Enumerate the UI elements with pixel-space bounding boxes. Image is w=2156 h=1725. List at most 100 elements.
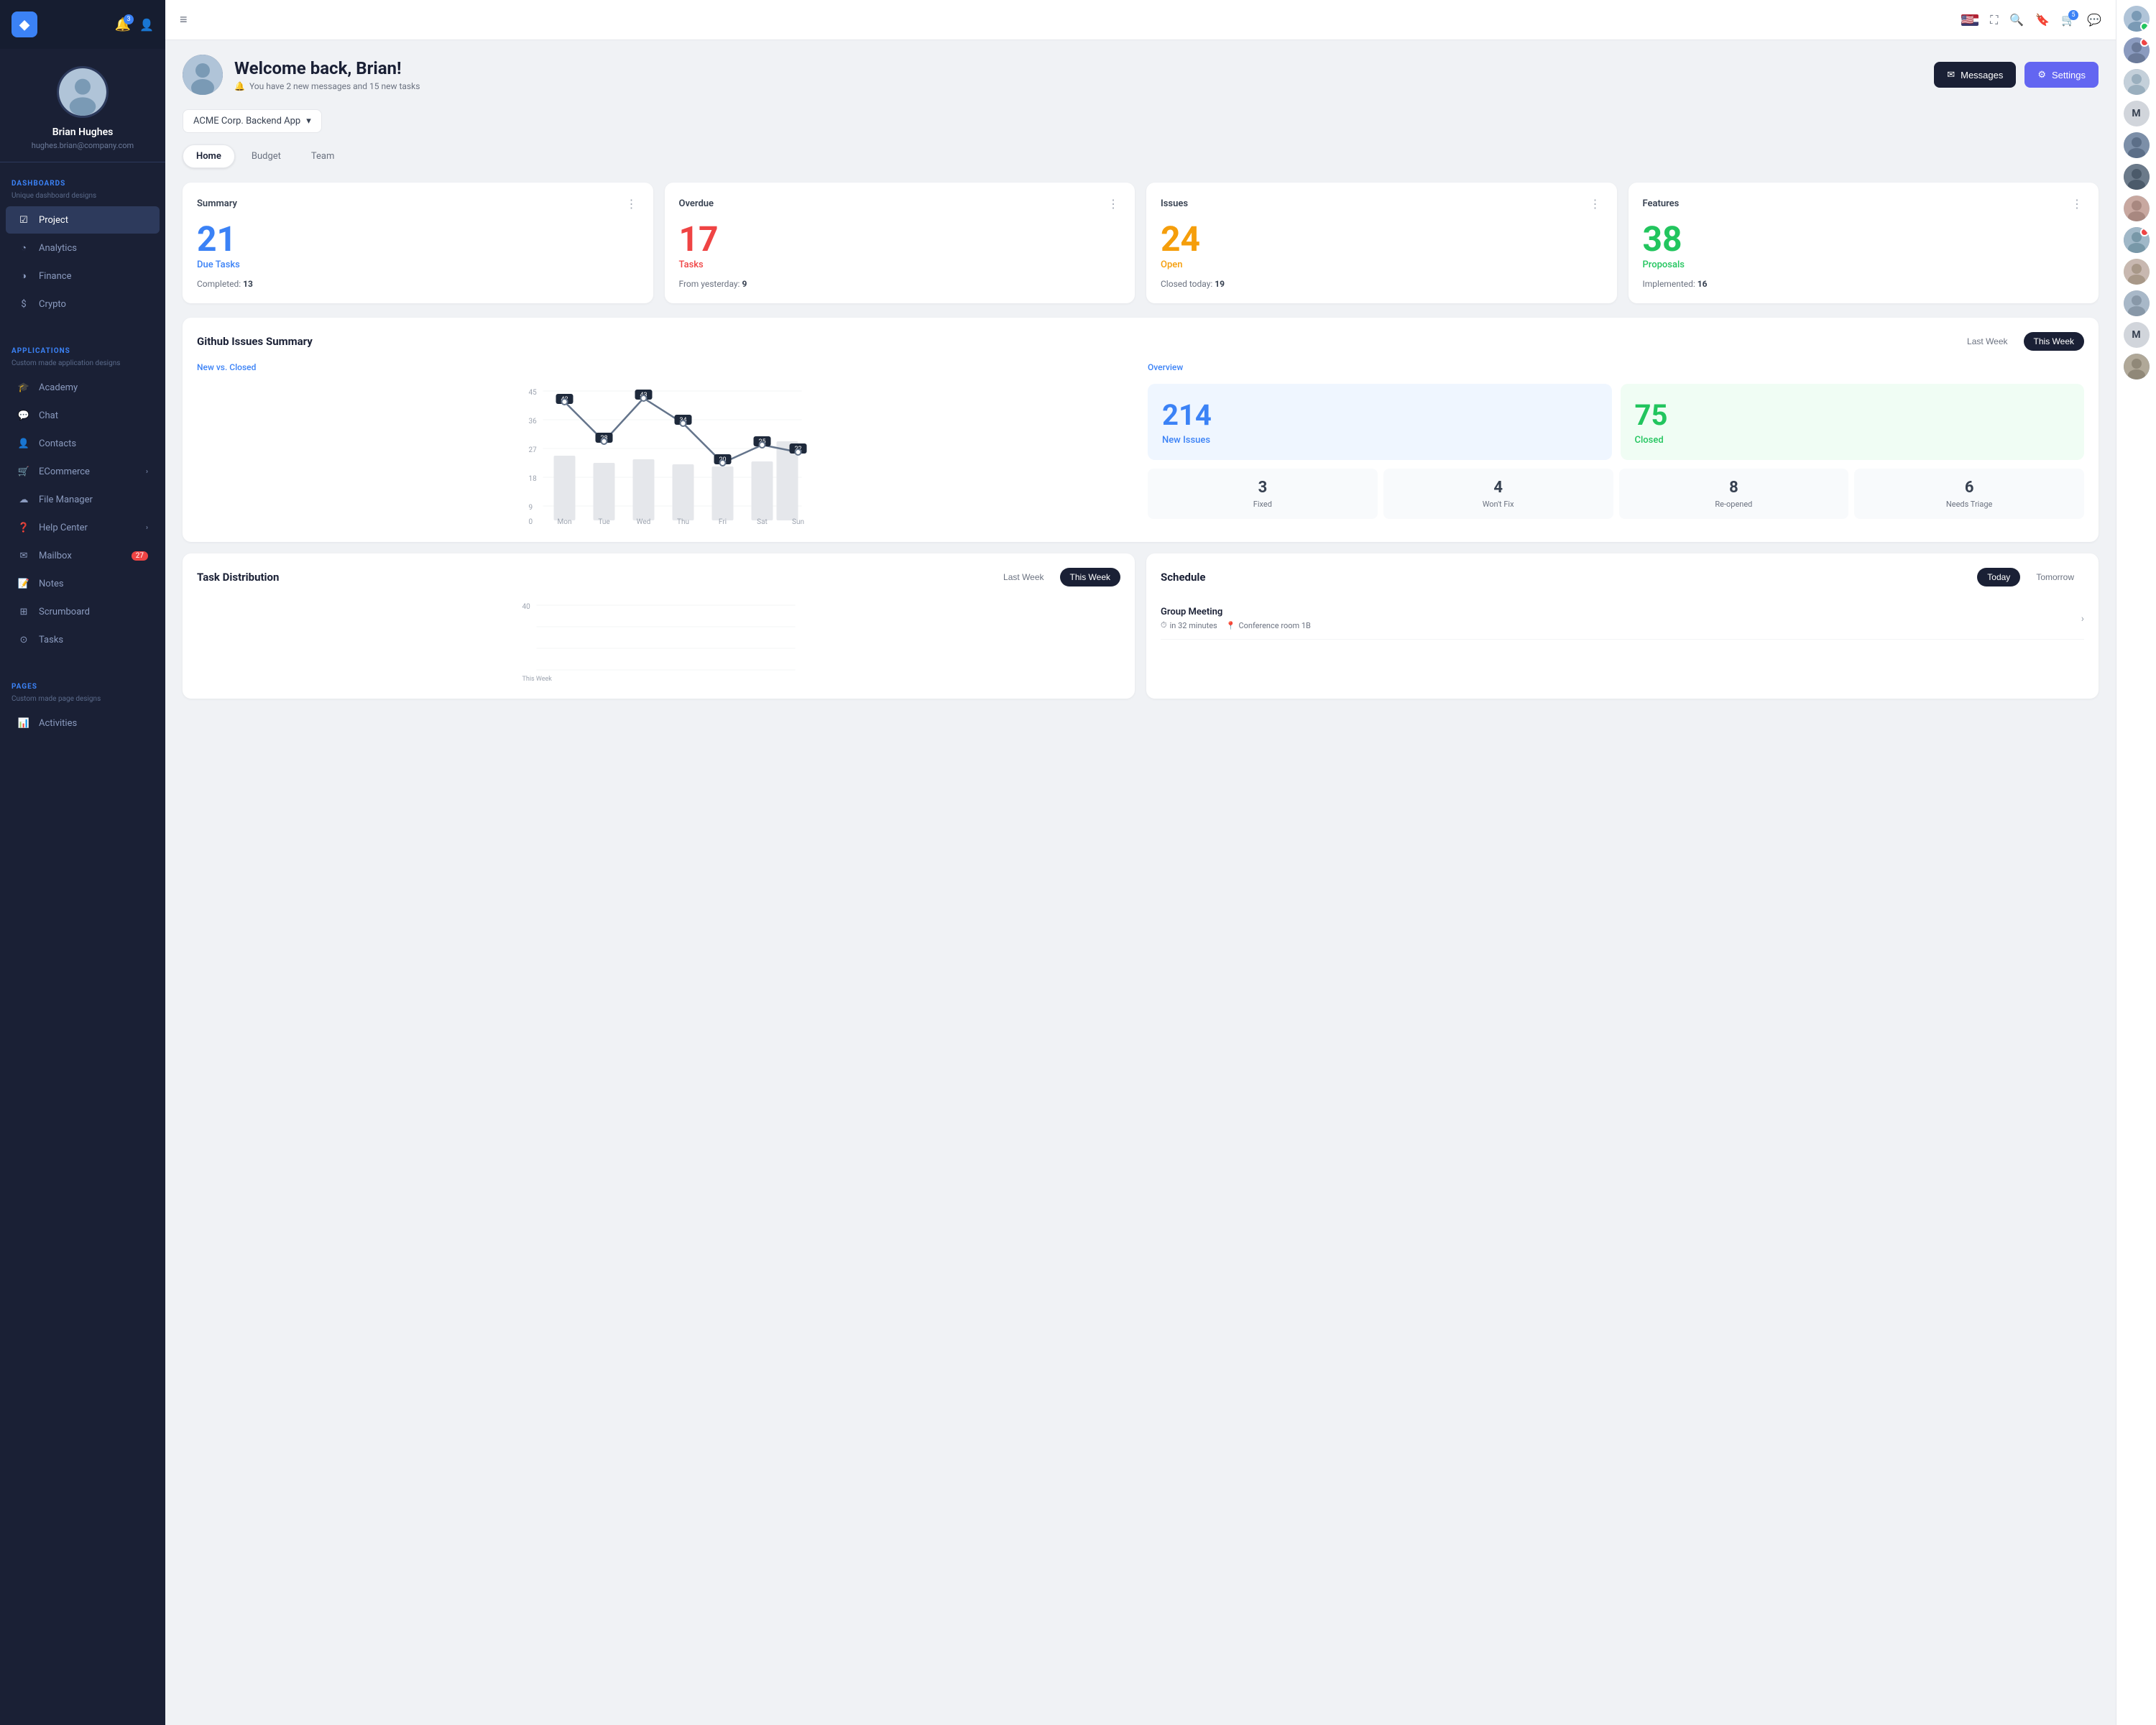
card-title: Issues [1161,198,1188,209]
notes-icon: 📝 [17,577,30,590]
sidebar-item-chat[interactable]: 💬 Chat [6,402,160,429]
sidebar-item-activities[interactable]: 📊 Activities [6,709,160,737]
tab-budget[interactable]: Budget [238,144,295,168]
svg-text:Fri: Fri [719,518,727,526]
sidebar-item-label: Help Center [39,523,88,533]
user-icon[interactable]: 👤 [139,18,154,32]
task-dist-last-week[interactable]: Last Week [993,568,1054,586]
main-content: ≡ 🇺🇸 ⛶ 🔍 🔖 🛒 5 💬 [165,0,2116,1725]
card-label: Open [1161,259,1603,270]
right-avatar-4[interactable] [2124,132,2150,158]
sidebar: ◆ 🔔 3 👤 Brian Hughes hughes.brian@compan… [0,0,165,1725]
sidebar-item-contacts[interactable]: 👤 Contacts [6,430,160,457]
sidebar-item-filemanager[interactable]: ☁ File Manager [6,486,160,513]
task-dist-header: Task Distribution Last Week This Week [197,568,1120,586]
sidebar-item-label: File Manager [39,494,93,505]
welcome-left: Welcome back, Brian! 🔔 You have 2 new me… [183,55,420,95]
sidebar-item-label: Contacts [39,438,76,449]
bookmark-button[interactable]: 🔖 [2035,13,2050,27]
github-last-week-button[interactable]: Last Week [1957,332,2017,351]
tab-home[interactable]: Home [183,144,235,168]
sidebar-item-ecommerce[interactable]: 🛒 ECommerce › [6,458,160,485]
location-icon: 📍 [1226,621,1236,630]
card-menu-button[interactable]: ⋮ [1590,197,1603,211]
schedule-item: Group Meeting ⏱ in 32 minutes 📍 Conferen… [1161,598,2084,640]
card-title: Summary [197,198,237,209]
card-menu-button[interactable]: ⋮ [2071,197,2084,211]
menu-toggle[interactable]: ≡ [180,12,188,27]
wontfix-number: 4 [1393,479,1603,497]
schedule-tomorrow-button[interactable]: Tomorrow [2026,568,2084,586]
helpcenter-arrow: › [146,524,148,532]
welcome-section: Welcome back, Brian! 🔔 You have 2 new me… [183,55,2099,95]
sidebar-item-helpcenter[interactable]: ❓ Help Center › [6,514,160,541]
language-selector[interactable]: 🇺🇸 [1961,14,1978,26]
closed-number: 75 [1635,398,2070,432]
nav-pages: PAGES Custom made page designs 📊 Activit… [0,666,165,749]
tab-team[interactable]: Team [298,144,349,168]
search-button[interactable]: 🔍 [2009,13,2024,27]
sidebar-item-analytics[interactable]: ◔ Analytics [6,234,160,262]
wontfix-label: Won't Fix [1393,500,1603,509]
fullscreen-button[interactable]: ⛶ [1990,13,1998,27]
mini-stat-reopened: 8 Re-opened [1619,469,1849,519]
chat-button[interactable]: 💬 [2087,13,2101,27]
card-title: Overdue [679,198,714,209]
right-avatar-10[interactable] [2124,354,2150,380]
right-avatar-8[interactable] [2124,259,2150,285]
sidebar-item-crypto[interactable]: $ Crypto [6,290,160,318]
schedule-today-button[interactable]: Today [1977,568,2020,586]
triage-label: Needs Triage [1864,500,2074,509]
right-avatar-3[interactable] [2124,69,2150,95]
card-detail: Closed today: 19 [1161,279,1603,289]
summary-cards: Summary ⋮ 21 Due Tasks Completed: 13 Ove… [183,183,2099,303]
card-number: 24 [1161,222,1603,257]
gear-icon: ⚙ [2037,69,2046,80]
right-avatar-7[interactable] [2124,227,2150,253]
sidebar-item-label: Crypto [39,299,66,310]
notifications-button[interactable]: 🔔 3 [115,17,131,32]
sidebar-item-mailbox[interactable]: ✉ Mailbox 27 [6,542,160,569]
card-number: 21 [197,222,639,257]
sidebar-item-academy[interactable]: 🎓 Academy [6,374,160,401]
card-menu-button[interactable]: ⋮ [1107,197,1120,211]
right-avatar-1[interactable] [2124,6,2150,32]
svg-text:0: 0 [529,518,533,526]
summary-card-summary: Summary ⋮ 21 Due Tasks Completed: 13 [183,183,653,303]
github-this-week-button[interactable]: This Week [2024,332,2084,351]
nav-section-label-dashboards: DASHBOARDS [0,174,165,190]
project-selector-label: ACME Corp. Backend App [193,116,300,126]
nav-section-label-pages: PAGES [0,677,165,694]
sidebar-item-project[interactable]: ☑ Project [6,206,160,234]
overview-top: 214 New Issues 75 Closed [1148,384,2084,460]
task-dist-toggle: Last Week This Week [993,568,1120,586]
task-dist-this-week[interactable]: This Week [1060,568,1120,586]
right-avatar-m1[interactable]: M [2124,101,2150,126]
scrumboard-icon: ⊞ [17,605,30,618]
user-name: Brian Hughes [52,126,114,138]
academy-icon: 🎓 [17,381,30,394]
right-avatar-m2[interactable]: M [2124,322,2150,348]
right-avatar-2[interactable] [2124,37,2150,63]
chevron-right-icon[interactable]: › [2081,613,2084,625]
messages-button[interactable]: ✉ Messages [1934,62,2016,88]
sidebar-item-notes[interactable]: 📝 Notes [6,570,160,597]
sidebar-item-finance[interactable]: ◑ Finance [6,262,160,290]
right-avatar-9[interactable] [2124,290,2150,316]
svg-text:Mon: Mon [558,518,572,526]
github-section-header: Github Issues Summary Last Week This Wee… [197,332,2084,351]
sidebar-item-tasks[interactable]: ⊙ Tasks [6,626,160,653]
project-selector[interactable]: ACME Corp. Backend App ▾ [183,109,322,133]
card-detail: Implemented: 16 [1643,279,2085,289]
cart-button[interactable]: 🛒 5 [2061,13,2076,27]
right-avatar-6[interactable] [2124,196,2150,221]
sidebar-item-scrumboard[interactable]: ⊞ Scrumboard [6,598,160,625]
github-card-inner: New vs. Closed 45 36 27 18 9 0 [197,362,2084,528]
card-menu-button[interactable]: ⋮ [626,197,639,211]
svg-text:45: 45 [529,389,538,397]
settings-button[interactable]: ⚙ Settings [2024,62,2099,88]
right-avatar-5[interactable] [2124,164,2150,190]
app-logo: ◆ [11,12,37,37]
svg-text:Wed: Wed [637,518,651,526]
closed-card: 75 Closed [1621,384,2085,460]
